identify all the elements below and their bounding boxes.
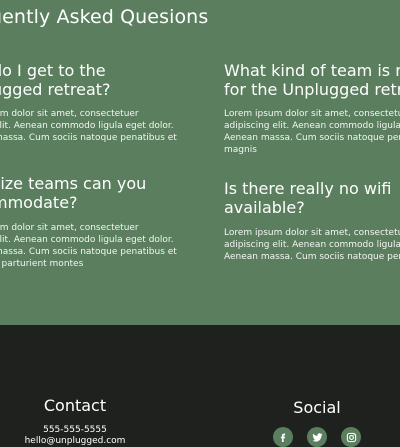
contact-heading: Contact — [43, 396, 107, 415]
faq-answer-1c: massa. Cum sociis natoque penatibus et — [0, 133, 177, 143]
faq-question-3a: size teams can you — [0, 174, 147, 193]
faq-title: uently Asked Quesions — [0, 6, 209, 28]
social-heading: Social — [293, 398, 341, 417]
contact-email[interactable]: hello@unplugged.com — [0, 436, 150, 447]
faq-question-1a: do I get to the — [0, 61, 106, 80]
faq-answer-2a: Lorem ipsum dolor sit amet, consectetuer — [224, 109, 400, 119]
contact-phone[interactable]: 555-555-5555 — [0, 425, 150, 436]
faq-answer-3d: s parturient montes — [0, 259, 84, 269]
faq-answer-1a: um dolor sit amet, consectetuer — [0, 109, 139, 119]
twitter-icon — [311, 432, 323, 442]
faq-answer-3c: massa. Cum sociis natoque penatibus et — [0, 247, 177, 257]
twitter-link[interactable] — [307, 427, 327, 447]
faq-answer-2d: magnis — [224, 145, 257, 155]
faq-question-4a: Is there really no wifi — [224, 179, 392, 198]
faq-answer-2b: adipiscing elit. Aenean commodo ligula e… — [224, 121, 400, 131]
faq-answer-2c: Aenean massa. Cum sociis natoque penatib — [224, 133, 400, 143]
facebook-link[interactable] — [273, 427, 293, 447]
faq-answer-3b: elit. Aenean commodo ligula eget dolor. — [0, 235, 174, 245]
instagram-icon — [346, 432, 356, 442]
faq-answer-1b: elit. Aenean commodo ligula eget dolor. — [0, 121, 174, 131]
instagram-link[interactable] — [341, 427, 361, 447]
faq-answer-4b: adipiscing elit. Aenean commodo ligula e… — [224, 240, 400, 250]
faq-section: uently Asked Quesions do I get to the ug… — [0, 0, 400, 325]
faq-question-2b: for the Unplugged retreat — [224, 80, 400, 99]
faq-question-1b: ugged retreat? — [0, 80, 111, 99]
facebook-icon — [280, 433, 286, 442]
faq-answer-4a: Lorem ipsum dolor sit amet, consectetuer — [224, 228, 400, 238]
faq-question-3b: mmodate? — [0, 193, 78, 212]
site-footer: Contact 555-555-5555 hello@unplugged.com… — [0, 325, 400, 447]
faq-answer-3a: um dolor sit amet, consectetuer — [0, 223, 139, 233]
faq-question-4b: available? — [224, 198, 305, 217]
faq-answer-4c: Aenean massa. Cum sociis natoque penatib — [224, 252, 400, 262]
faq-question-2a: What kind of team is rig — [224, 61, 400, 80]
